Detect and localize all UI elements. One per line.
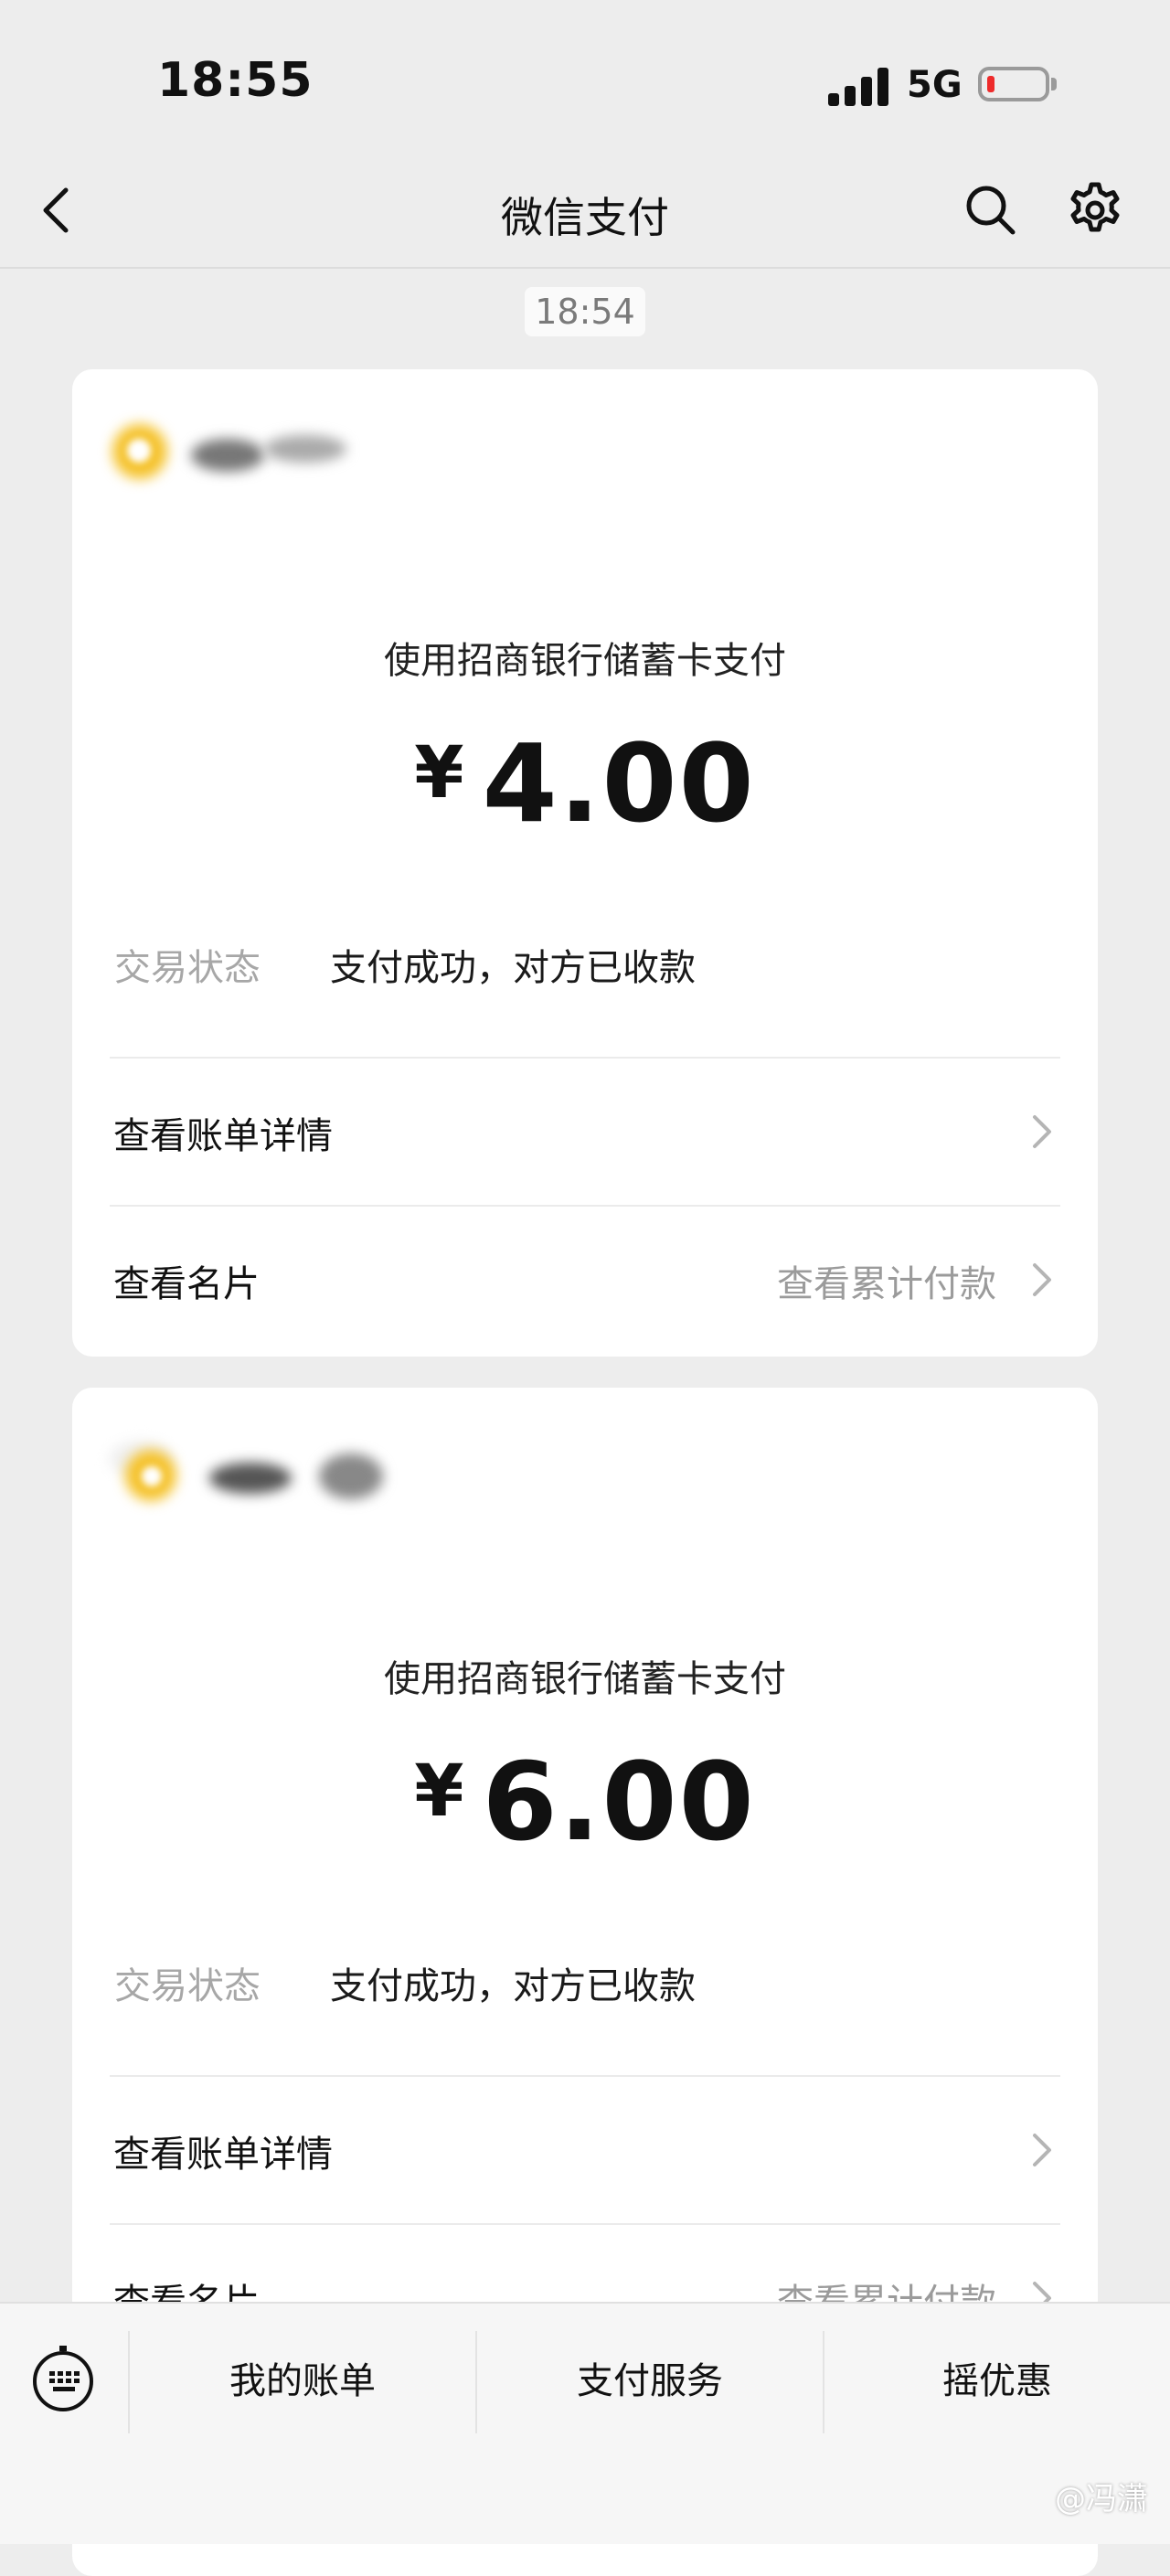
tab-shake-offers[interactable]: 摇优惠 xyxy=(824,2304,1170,2459)
transaction-status: 交易状态 支付成功，对方已收款 xyxy=(114,1956,696,2009)
gear-icon xyxy=(1070,182,1120,232)
payment-card[interactable]: 使用招商银行储蓄卡支付 ¥4.00 交易状态 支付成功，对方已收款 查看账单详情… xyxy=(72,369,1098,1357)
merchant-card-row[interactable]: 查看名片 查看累计付款 xyxy=(110,1205,1060,1355)
status-time: 18:55 xyxy=(157,53,314,108)
merchant-avatar-blurred xyxy=(109,1426,401,1501)
weibo-watermark: @冯潇 xyxy=(1055,2481,1148,2517)
chevron-right-icon xyxy=(1033,1263,1051,1296)
status-value: 支付成功，对方已收款 xyxy=(330,1965,696,2007)
bill-detail-label: 查看账单详情 xyxy=(113,1115,333,1157)
tab-my-bills[interactable]: 我的账单 xyxy=(130,2304,475,2459)
battery-icon xyxy=(978,67,1049,101)
amount-value: 4.00 xyxy=(482,720,756,846)
search-icon xyxy=(966,186,1016,235)
bill-detail-label: 查看账单详情 xyxy=(113,2134,333,2176)
chevron-right-icon xyxy=(1033,2134,1051,2166)
payment-amount: ¥4.00 xyxy=(72,720,1098,846)
search-button[interactable] xyxy=(962,181,1020,240)
signal-icon xyxy=(828,66,890,106)
battery-cap xyxy=(1051,78,1057,90)
payment-method: 使用招商银行储蓄卡支付 xyxy=(384,1658,786,1700)
chevron-right-icon xyxy=(1033,1115,1051,1148)
merchant-card-label: 查看名片 xyxy=(113,1263,260,1305)
keyboard-icon xyxy=(33,2346,93,2411)
message-timestamp: 18:54 xyxy=(525,287,645,336)
amount-value: 6.00 xyxy=(482,1739,756,1865)
merchant-avatar-blurred xyxy=(109,408,401,481)
nav-bar: 微信支付 xyxy=(0,155,1170,269)
cumulative-payment-link[interactable]: 查看累计付款 xyxy=(777,1254,996,1307)
currency-symbol: ¥ xyxy=(414,1751,466,1833)
payment-method: 使用招商银行储蓄卡支付 xyxy=(384,640,786,682)
status-label: 交易状态 xyxy=(114,1965,261,2007)
status-label: 交易状态 xyxy=(114,947,261,989)
bill-detail-row[interactable]: 查看账单详情 xyxy=(110,2075,1060,2225)
transaction-status: 交易状态 支付成功，对方已收款 xyxy=(114,938,696,991)
currency-symbol: ¥ xyxy=(414,732,466,814)
payment-amount: ¥6.00 xyxy=(72,1739,1098,1865)
bottom-menu-bar: 我的账单 支付服务 摇优惠 xyxy=(0,2302,1170,2544)
bill-detail-row[interactable]: 查看账单详情 xyxy=(110,1057,1060,1207)
status-bar: 18:55 5G xyxy=(0,0,1170,155)
network-type: 5G xyxy=(907,64,963,106)
settings-button[interactable] xyxy=(1064,179,1126,241)
tab-payment-services[interactable]: 支付服务 xyxy=(477,2304,823,2459)
keyboard-toggle-button[interactable] xyxy=(31,2344,95,2413)
status-value: 支付成功，对方已收款 xyxy=(330,947,696,989)
